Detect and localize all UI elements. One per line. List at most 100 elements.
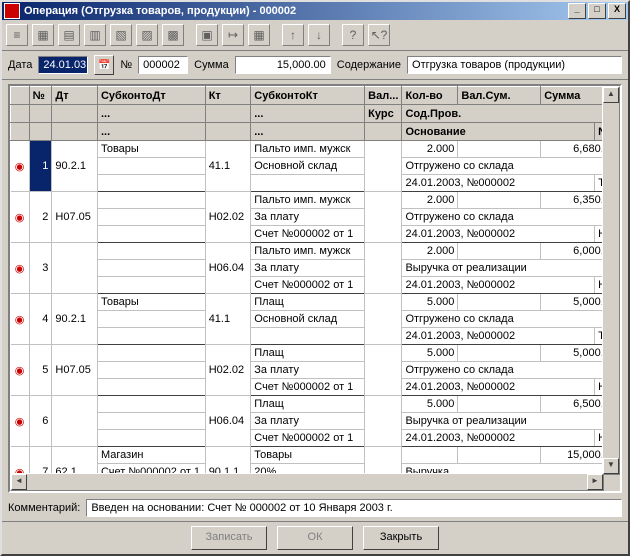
cell-val[interactable]: [365, 141, 402, 192]
scroll-left-icon[interactable]: ◄: [11, 474, 27, 490]
comment-input[interactable]: Введен на основании: Счет № 000002 от 10…: [86, 499, 622, 517]
cell-subkt3[interactable]: [251, 328, 365, 345]
tool-whatsthis[interactable]: ↖?: [368, 24, 390, 46]
tool-3[interactable]: ▤: [58, 24, 80, 46]
cell-valsum[interactable]: [458, 294, 541, 311]
tool-1[interactable]: ≡: [6, 24, 28, 46]
cell-kt[interactable]: 41.1: [205, 294, 251, 345]
cell-subdt2[interactable]: [97, 311, 205, 328]
cell-osn[interactable]: 24.01.2003, №000002: [402, 430, 595, 447]
cell-subdt[interactable]: [97, 345, 205, 362]
tool-6[interactable]: ▨: [136, 24, 158, 46]
hdr-dots3[interactable]: ...: [97, 123, 205, 141]
titlebar[interactable]: Операция (Отгрузка товаров, продукции) -…: [2, 2, 628, 20]
scroll-right-icon[interactable]: ►: [587, 474, 603, 490]
cell-osn[interactable]: 24.01.2003, №000002: [402, 277, 595, 294]
cell-subkt2[interactable]: За плату: [251, 260, 365, 277]
cell-subdt3[interactable]: [97, 277, 205, 294]
cell-subkt[interactable]: Плащ: [251, 396, 365, 413]
cell-dt[interactable]: 90.2.1: [52, 294, 98, 345]
cell-sod[interactable]: Выручка от реализации: [402, 260, 620, 277]
cell-subkt[interactable]: Пальто имп. мужск: [251, 243, 365, 260]
hdr-sod[interactable]: Сод.Пров.: [402, 105, 620, 123]
cell-kt[interactable]: Н02.02: [205, 345, 251, 396]
cell-num[interactable]: 2: [29, 192, 52, 243]
hdr-val[interactable]: Вал...: [365, 87, 402, 105]
cell-num[interactable]: 6: [29, 396, 52, 447]
close-form-button[interactable]: Закрыть: [363, 526, 439, 550]
close-button[interactable]: X: [608, 3, 626, 19]
tool-8[interactable]: ▣: [196, 24, 218, 46]
cell-subkt3[interactable]: Счет №000002 от 1: [251, 277, 365, 294]
cell-dt[interactable]: [52, 243, 98, 294]
content-input[interactable]: Отгрузка товаров (продукции): [407, 56, 622, 74]
cell-subdt[interactable]: Товары: [97, 141, 205, 158]
cell-kol[interactable]: 5.000: [402, 345, 458, 362]
cell-subdt2[interactable]: [97, 158, 205, 175]
cell-subkt[interactable]: Пальто имп. мужск: [251, 141, 365, 158]
cell-kt[interactable]: 41.1: [205, 141, 251, 192]
hdr-dt[interactable]: Дт: [52, 87, 98, 105]
cell-dt[interactable]: Н07.05: [52, 192, 98, 243]
cell-subdt[interactable]: [97, 396, 205, 413]
calendar-button[interactable]: 📅: [94, 55, 114, 75]
cell-valsum[interactable]: [458, 243, 541, 260]
cell-num[interactable]: 3: [29, 243, 52, 294]
cell-subkt2[interactable]: Основной склад: [251, 158, 365, 175]
hdr-subdt[interactable]: СубконтоДт: [97, 87, 205, 105]
cell-kol[interactable]: 5.000: [402, 294, 458, 311]
cell-subdt3[interactable]: [97, 430, 205, 447]
cell-subdt2[interactable]: [97, 209, 205, 226]
hdr-kol[interactable]: Кол-во: [402, 87, 458, 105]
cell-subdt[interactable]: Товары: [97, 294, 205, 311]
ok-button[interactable]: ОК: [277, 526, 353, 550]
cell-osn[interactable]: 24.01.2003, №000002: [402, 226, 595, 243]
cell-subdt[interactable]: [97, 192, 205, 209]
cell-subkt2[interactable]: За плату: [251, 362, 365, 379]
scroll-down-icon[interactable]: ▼: [603, 458, 619, 474]
cell-valsum[interactable]: [458, 192, 541, 209]
cell-osn[interactable]: 24.01.2003, №000002: [402, 379, 595, 396]
hdr-dots4[interactable]: ...: [251, 123, 365, 141]
maximize-button[interactable]: □: [588, 3, 606, 19]
cell-subkt2[interactable]: За плату: [251, 413, 365, 430]
cell-osn[interactable]: 24.01.2003, №000002: [402, 175, 595, 192]
cell-valsum[interactable]: [458, 141, 541, 158]
cell-subdt3[interactable]: [97, 379, 205, 396]
hdr-subkt[interactable]: СубконтоКт: [251, 87, 365, 105]
cell-kol[interactable]: [402, 447, 458, 464]
cell-dt[interactable]: Н07.05: [52, 345, 98, 396]
cell-num[interactable]: 5: [29, 345, 52, 396]
cell-osn[interactable]: 24.01.2003, №000002: [402, 328, 595, 345]
hdr-icon[interactable]: [11, 87, 30, 105]
tool-7[interactable]: ▩: [162, 24, 184, 46]
cell-subkt[interactable]: Пальто имп. мужск: [251, 192, 365, 209]
cell-subdt3[interactable]: [97, 328, 205, 345]
hdr-kurs[interactable]: Курс: [365, 105, 402, 123]
cell-sod[interactable]: Отгружено со склада: [402, 362, 620, 379]
cell-subdt3[interactable]: [97, 226, 205, 243]
cell-subkt3[interactable]: Счет №000002 от 1: [251, 430, 365, 447]
tool-help[interactable]: ?: [342, 24, 364, 46]
cell-dt[interactable]: 90.2.1: [52, 141, 98, 192]
cell-num[interactable]: 4: [29, 294, 52, 345]
cell-sod[interactable]: Отгружено со склада: [402, 311, 620, 328]
cell-subkt3[interactable]: Счет №000002 от 1: [251, 379, 365, 396]
cell-sod[interactable]: Отгружено со склада: [402, 209, 620, 226]
hdr-kt[interactable]: Кт: [205, 87, 251, 105]
vertical-scrollbar[interactable]: ▲ ▼: [602, 86, 620, 475]
num-input[interactable]: 000002: [138, 56, 188, 74]
scroll-up-icon[interactable]: ▲: [603, 87, 619, 103]
cell-val[interactable]: [365, 243, 402, 294]
cell-subdt3[interactable]: [97, 175, 205, 192]
tool-up[interactable]: ↑: [282, 24, 304, 46]
cell-subdt2[interactable]: [97, 413, 205, 430]
tool-9[interactable]: ↦: [222, 24, 244, 46]
cell-val[interactable]: [365, 345, 402, 396]
tool-down[interactable]: ↓: [308, 24, 330, 46]
hdr-dots2[interactable]: ...: [251, 105, 365, 123]
cell-valsum[interactable]: [458, 447, 541, 464]
cell-kt[interactable]: Н06.04: [205, 243, 251, 294]
cell-subkt[interactable]: Плащ: [251, 345, 365, 362]
cell-kol[interactable]: 2.000: [402, 243, 458, 260]
